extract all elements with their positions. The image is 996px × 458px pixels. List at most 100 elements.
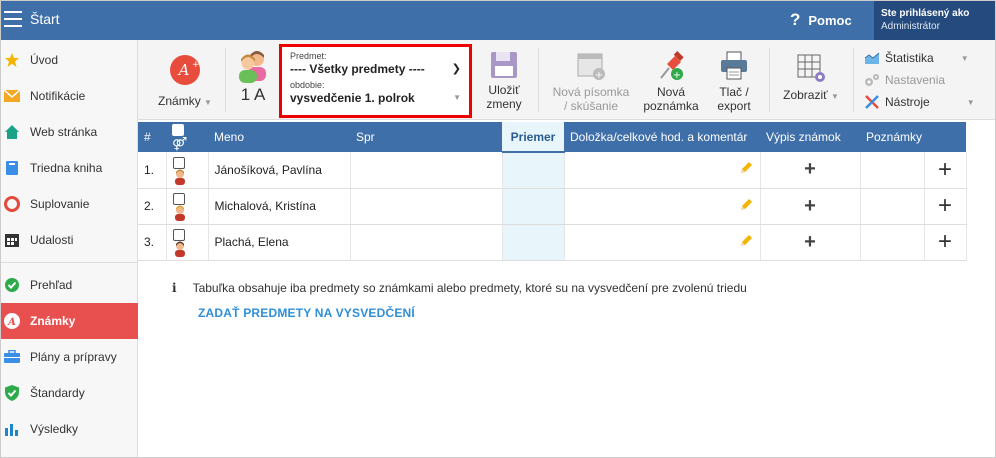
vypis-cell[interactable]: + — [760, 152, 861, 189]
area-chart-icon — [864, 52, 880, 64]
student-name[interactable]: Michalová, Kristína — [208, 188, 351, 225]
class-selector[interactable]: 1 A — [230, 48, 276, 103]
row-number: 1. — [138, 152, 167, 189]
star-icon — [3, 51, 21, 69]
floppy-disk-icon — [491, 52, 517, 78]
poznamky-cell — [860, 152, 925, 189]
sidebar-item-suplovanie[interactable]: Suplovanie — [0, 186, 138, 222]
sidebar-item-label: Prehľad — [30, 278, 73, 292]
subject-select[interactable]: ---- Všetky predmety ---- ❯ — [290, 61, 461, 77]
sidebar-item-notifikacie[interactable]: Notifikácie — [0, 78, 138, 114]
sidebar-item-znamky[interactable]: A Známky — [0, 303, 138, 339]
top-bar: Štart ? Pomoc Ste prihlásený ako Adminis… — [0, 0, 996, 40]
toolbar-divider — [853, 48, 854, 112]
period-select[interactable]: vysvedčenie 1. polrok ▼ — [290, 90, 461, 106]
show-label: Zobraziť — [783, 88, 828, 102]
spr-cell[interactable] — [350, 152, 503, 189]
sidebar-item-plany[interactable]: Plány a prípravy — [0, 339, 138, 375]
row-select-cell — [166, 188, 209, 225]
sidebar-item-prehlad[interactable]: Prehľad — [0, 267, 138, 303]
assign-subjects-link[interactable]: ZADAŤ PREDMETY NA VYSVEDČENÍ — [198, 306, 415, 320]
chevron-down-icon: ▼ — [830, 92, 839, 101]
table-row: 3. Plachá, Elena + + — [138, 224, 967, 261]
chevron-down-icon: ▼ — [453, 93, 461, 102]
poznamky-cell — [860, 224, 925, 261]
check-circle-icon — [3, 276, 21, 294]
student-name[interactable]: Jánošíková, Pavlína — [208, 152, 351, 189]
svg-text:A: A — [177, 61, 190, 79]
select-all-checkbox[interactable] — [172, 123, 184, 136]
app-title[interactable]: Štart — [30, 11, 60, 27]
col-priemer[interactable]: Priemer — [502, 122, 564, 153]
new-note-label-1: Nová — [656, 85, 685, 99]
lifebuoy-icon — [3, 195, 21, 213]
sidebar-item-label: Triedna kniha — [30, 161, 103, 175]
vypis-cell[interactable]: + — [760, 224, 861, 261]
new-note-label-2: poznámka — [643, 99, 699, 113]
spr-cell[interactable] — [350, 224, 503, 261]
print-export-button[interactable]: Tlač / export — [708, 50, 760, 113]
col-name[interactable]: Meno — [208, 122, 350, 152]
col-select: ⚤ — [166, 122, 208, 152]
user-line1: Ste prihlásený ako — [881, 8, 970, 19]
period-value: vysvedčenie 1. polrok — [290, 91, 415, 105]
sidebar-item-label: Štandardy — [30, 386, 85, 400]
envelope-icon — [3, 87, 21, 105]
user-info[interactable]: Ste prihlásený ako Administrátor — [874, 0, 996, 40]
dolozka-cell[interactable] — [564, 152, 761, 189]
save-button[interactable]: Uložiť zmeny — [478, 50, 530, 111]
dolozka-cell[interactable] — [564, 224, 761, 261]
save-label-1: Uložiť — [488, 83, 520, 97]
chevron-down-icon: ▼ — [966, 97, 975, 107]
help-button[interactable]: ? Pomoc — [790, 10, 852, 30]
sidebar-item-standardy[interactable]: Štandardy — [0, 375, 138, 411]
plus-icon: + — [937, 192, 952, 219]
vypis-cell[interactable]: + — [760, 188, 861, 225]
dolozka-cell[interactable] — [564, 188, 761, 225]
sidebar-item-web[interactable]: Web stránka — [0, 114, 138, 150]
grades-label: Známky — [158, 94, 201, 108]
toolbar-divider — [225, 48, 226, 112]
sidebar-item-label: Web stránka — [30, 125, 98, 139]
settings-menu[interactable]: Nastavenia — [864, 73, 945, 87]
spr-cell[interactable] — [350, 188, 503, 225]
student-name[interactable]: Plachá, Elena — [208, 224, 351, 261]
new-test-button[interactable]: + Nová písomka / skúšanie — [546, 50, 636, 113]
add-note-cell[interactable]: + — [924, 224, 967, 261]
pushpin-icon: + — [660, 51, 684, 81]
row-select-cell — [166, 224, 209, 261]
toolbar: A + Známky ▼ 1 A Predmet: ---- Všetky pre… — [138, 40, 996, 120]
col-spr: Spr — [350, 122, 502, 152]
pencil-icon — [740, 162, 752, 174]
row-checkbox[interactable] — [172, 228, 185, 241]
new-note-button[interactable]: + Nová poznámka — [640, 50, 702, 113]
row-checkbox[interactable] — [172, 192, 185, 205]
sidebar-item-label: Plány a prípravy — [30, 350, 117, 364]
sidebar-item-triedna-kniha[interactable]: Triedna kniha — [0, 150, 138, 186]
show-menu-button[interactable]: Zobraziť ▼ — [776, 52, 846, 104]
statistics-menu[interactable]: Štatistika ▼ — [864, 51, 969, 65]
table-header-row: # ⚤ Meno Spr Priemer Doložka/celkové hod… — [138, 122, 966, 153]
add-note-cell[interactable]: + — [924, 152, 967, 189]
row-checkbox[interactable] — [172, 156, 185, 169]
sidebar-item-uvod[interactable]: Úvod — [0, 42, 138, 78]
sidebar-item-label: Notifikácie — [30, 89, 86, 103]
shield-icon — [3, 384, 21, 402]
sidebar-item-udalosti[interactable]: Udalosti — [0, 222, 138, 258]
sidebar-item-label: Suplovanie — [30, 197, 90, 211]
briefcase-icon — [3, 348, 21, 366]
add-note-cell[interactable]: + — [924, 188, 967, 225]
svg-text:+: + — [673, 70, 681, 81]
chevron-down-icon: ▼ — [204, 98, 212, 107]
hamburger-menu-icon[interactable] — [4, 11, 22, 27]
tools-menu[interactable]: Nástroje ▼ — [864, 94, 975, 110]
poznamky-cell — [860, 188, 925, 225]
statistics-label: Štatistika — [885, 51, 934, 65]
gender-icon: ⚤ — [172, 136, 188, 151]
grades-menu-button[interactable]: A + Známky ▼ — [152, 54, 218, 110]
sidebar-item-vysledky[interactable]: Výsledky — [0, 411, 138, 447]
settings-label: Nastavenia — [885, 73, 946, 87]
student-female-icon — [174, 241, 185, 257]
col-vypis: Výpis známok — [760, 122, 860, 152]
svg-text:+: + — [595, 70, 603, 81]
